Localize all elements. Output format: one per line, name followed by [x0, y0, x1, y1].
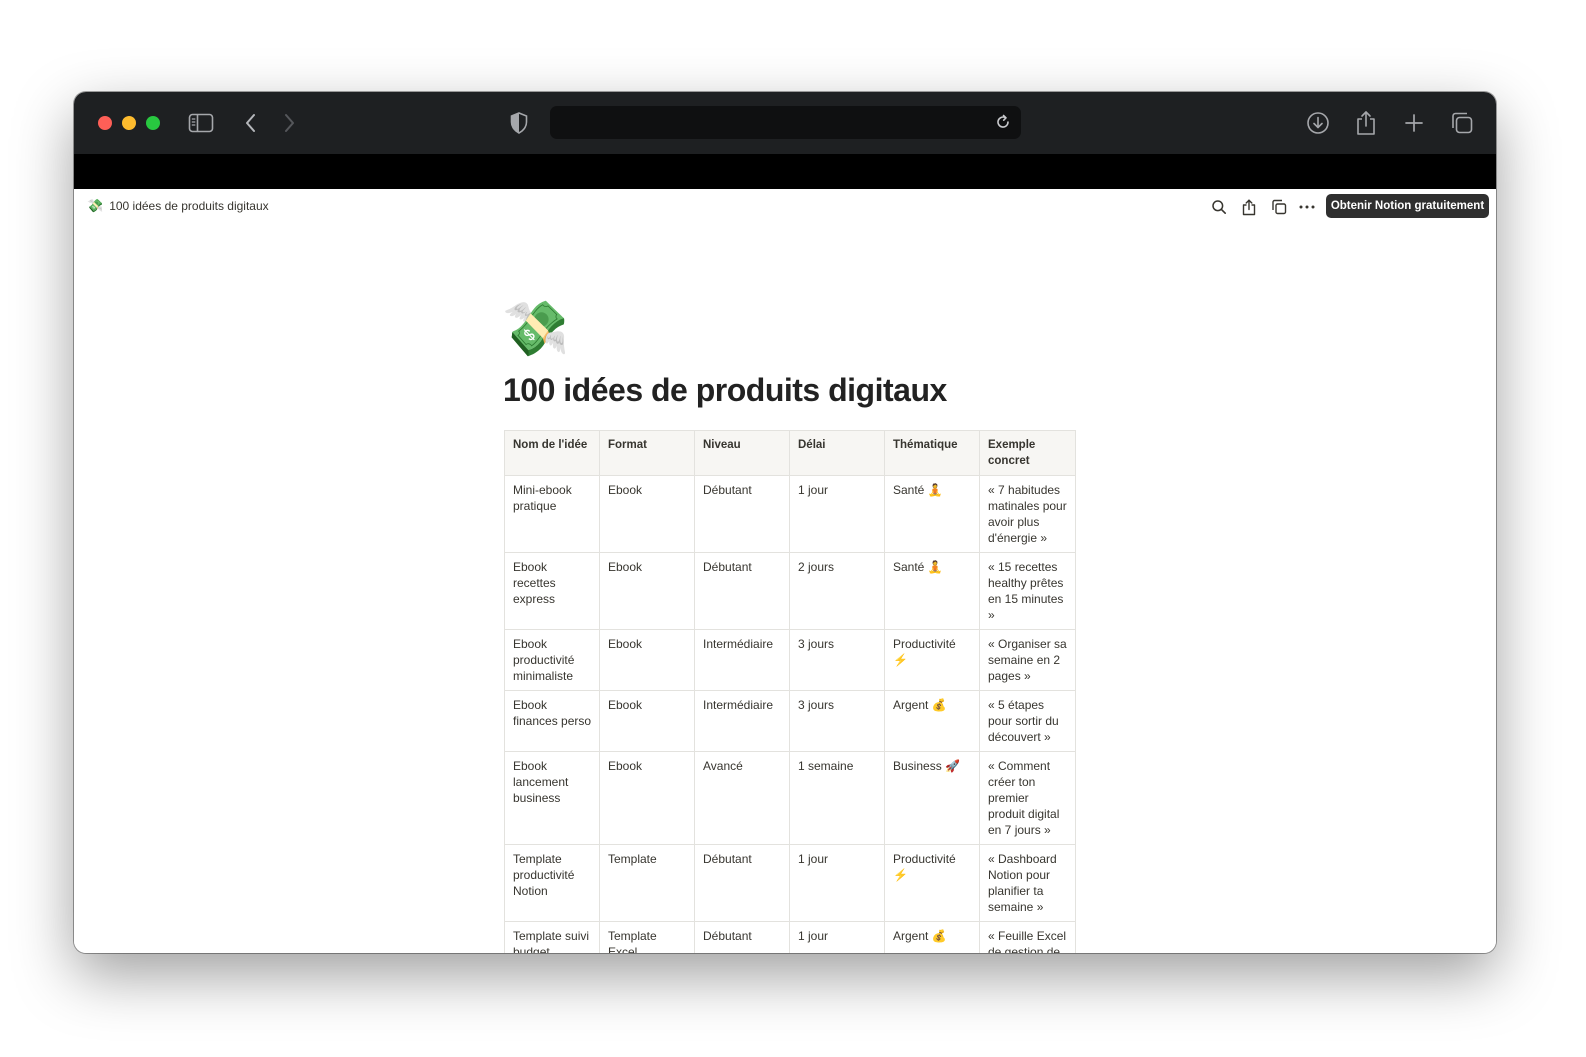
table-cell[interactable]: Ebook finances perso — [504, 690, 600, 752]
table-cell[interactable]: Productivité ⚡ — [884, 629, 980, 691]
table-cell[interactable]: « Comment créer ton premier produit digi… — [979, 751, 1076, 845]
table-cell[interactable]: 1 jour — [789, 844, 885, 922]
table-cell[interactable]: Intermédiaire — [694, 690, 790, 752]
table-cell[interactable]: 1 semaine — [789, 751, 885, 845]
table-cell[interactable]: Ebook — [599, 690, 695, 752]
table-row: Template suivi budget Template Excel Déb… — [504, 921, 1076, 953]
table-cell[interactable]: Avancé — [694, 751, 790, 845]
more-icon[interactable] — [1296, 196, 1318, 218]
table-cell[interactable]: Template productivité Notion — [504, 844, 600, 922]
column-header[interactable]: Exemple concret — [979, 430, 1076, 476]
table-cell[interactable]: Template — [599, 844, 695, 922]
column-header[interactable]: Thématique — [884, 430, 980, 476]
table-cell[interactable]: 3 jours — [789, 629, 885, 691]
column-header[interactable]: Niveau — [694, 430, 790, 476]
reload-icon[interactable] — [993, 112, 1013, 132]
table-cell[interactable]: « Organiser sa semaine en 2 pages » — [979, 629, 1076, 691]
minimize-window-button[interactable] — [122, 116, 136, 130]
sidebar-icon[interactable] — [186, 108, 216, 138]
table-cell[interactable]: Ebook — [599, 475, 695, 553]
tab-bar — [74, 154, 1496, 189]
column-header[interactable]: Format — [599, 430, 695, 476]
get-notion-free-button[interactable]: Obtenir Notion gratuitement — [1326, 194, 1489, 218]
table-cell[interactable]: Argent 💰 — [884, 921, 980, 953]
table-header-row: Nom de l'idée Format Niveau Délai Thémat… — [504, 430, 1076, 476]
column-header[interactable]: Délai — [789, 430, 885, 476]
table-cell[interactable]: Productivité ⚡ — [884, 844, 980, 922]
table-row: Ebook productivité minimaliste Ebook Int… — [504, 629, 1076, 691]
table-row: Template productivité Notion Template Dé… — [504, 844, 1076, 922]
column-header[interactable]: Nom de l'idée — [504, 430, 600, 476]
page-title: 100 idées de produits digitaux — [503, 372, 947, 408]
table-cell[interactable]: Santé 🧘 — [884, 552, 980, 630]
table-cell[interactable]: Template suivi budget — [504, 921, 600, 953]
new-tab-icon[interactable] — [1399, 108, 1429, 138]
close-window-button[interactable] — [98, 116, 112, 130]
table-cell[interactable]: Template Excel — [599, 921, 695, 953]
breadcrumb[interactable]: 💸 100 idées de produits digitaux — [87, 198, 269, 214]
table-cell[interactable]: « 7 habitudes matinales pour avoir plus … — [979, 475, 1076, 553]
duplicate-icon[interactable] — [1268, 196, 1290, 218]
table-row: Ebook finances perso Ebook Intermédiaire… — [504, 690, 1076, 752]
zoom-window-button[interactable] — [146, 116, 160, 130]
table-cell[interactable]: Ebook — [599, 629, 695, 691]
page-icon[interactable]: 💸 — [502, 297, 569, 361]
table-cell[interactable]: Ebook — [599, 552, 695, 630]
privacy-shield-icon[interactable] — [504, 108, 534, 138]
table-cell[interactable]: 3 jours — [789, 690, 885, 752]
table-cell[interactable]: « Feuille Excel de gestion de budget fam… — [979, 921, 1076, 953]
table-cell[interactable]: Ebook — [599, 751, 695, 845]
share-icon[interactable] — [1351, 108, 1381, 138]
table-cell[interactable]: 1 jour — [789, 475, 885, 553]
table-cell[interactable]: « 5 étapes pour sortir du découvert » — [979, 690, 1076, 752]
table-cell[interactable]: Ebook recettes express — [504, 552, 600, 630]
ideas-table: Nom de l'idée Format Niveau Délai Thémat… — [504, 430, 1076, 953]
table-cell[interactable]: Santé 🧘 — [884, 475, 980, 553]
download-icon[interactable] — [1303, 108, 1333, 138]
browser-toolbar — [74, 92, 1496, 154]
share-icon[interactable] — [1238, 196, 1260, 218]
table-cell[interactable]: Débutant — [694, 844, 790, 922]
table-cell[interactable]: Argent 💰 — [884, 690, 980, 752]
table-cell[interactable]: Débutant — [694, 475, 790, 553]
table-cell[interactable]: Business 🚀 — [884, 751, 980, 845]
table-row: Ebook lancement business Ebook Avancé 1 … — [504, 751, 1076, 845]
table-cell[interactable]: Mini-ebook pratique — [504, 475, 600, 553]
table-cell[interactable]: Débutant — [694, 921, 790, 953]
table-row: Ebook recettes express Ebook Débutant 2 … — [504, 552, 1076, 630]
table-cell[interactable]: 1 jour — [789, 921, 885, 953]
notion-topbar: 💸 100 idées de produits digitaux Obtenir… — [74, 189, 1496, 223]
page-emoji-icon: 💸 — [87, 198, 104, 213]
forward-icon[interactable] — [274, 108, 304, 138]
table-cell[interactable]: Ebook lancement business — [504, 751, 600, 845]
search-icon[interactable] — [1208, 196, 1230, 218]
table-cell[interactable]: Ebook productivité minimaliste — [504, 629, 600, 691]
table-cell[interactable]: « 15 recettes healthy prêtes en 15 minut… — [979, 552, 1076, 630]
address-bar[interactable] — [550, 106, 1021, 139]
table-row: Mini-ebook pratique Ebook Débutant 1 jou… — [504, 475, 1076, 553]
table-cell[interactable]: Intermédiaire — [694, 629, 790, 691]
tab-overview-icon[interactable] — [1447, 108, 1477, 138]
browser-window: 💸 100 idées de produits digitaux Obtenir… — [74, 92, 1496, 953]
breadcrumb-title: 100 idées de produits digitaux — [109, 199, 269, 213]
table-cell[interactable]: 2 jours — [789, 552, 885, 630]
table-cell[interactable]: Débutant — [694, 552, 790, 630]
page-content: 💸 100 idées de produits digitaux Obtenir… — [74, 189, 1496, 953]
back-icon[interactable] — [236, 108, 266, 138]
table-cell[interactable]: « Dashboard Notion pour planifier ta sem… — [979, 844, 1076, 922]
